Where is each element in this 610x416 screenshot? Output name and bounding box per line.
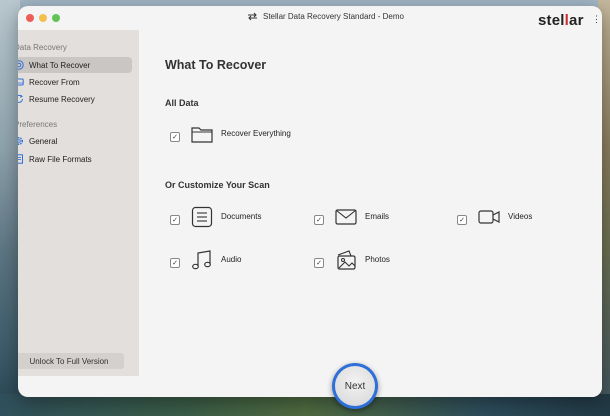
file-list-icon xyxy=(18,154,23,164)
window-controls xyxy=(26,14,60,22)
sidebar-item-raw-file-formats[interactable]: Raw File Formats xyxy=(18,151,132,167)
sidebar-item-label: General xyxy=(29,136,58,146)
sidebar-item-recover-from[interactable]: Recover From xyxy=(18,74,132,90)
sidebar-item-what-to-recover[interactable]: What To Recover xyxy=(18,57,132,73)
target-icon xyxy=(18,60,24,70)
folder-icon xyxy=(191,127,213,143)
emails-checkbox[interactable]: ✓ xyxy=(314,215,324,225)
sidebar-item-label: Resume Recovery xyxy=(29,94,95,104)
recover-everything-label: Recover Everything xyxy=(221,129,291,138)
sidebar-item-label: Recover From xyxy=(29,77,80,87)
documents-label: Documents xyxy=(221,212,262,221)
option-audio[interactable]: ✓ Audio xyxy=(170,250,241,270)
audio-checkbox[interactable]: ✓ xyxy=(170,258,180,268)
window-title: Stellar Data Recovery Standard - Demo xyxy=(247,12,404,21)
sidebar: Data Recovery What To Recover Recover Fr… xyxy=(18,30,139,376)
sidebar-item-label: Raw File Formats xyxy=(29,154,92,164)
document-icon xyxy=(191,206,213,228)
unlock-full-version-button[interactable]: Unlock To Full Version xyxy=(18,353,124,369)
recovery-arrows-icon xyxy=(248,12,257,21)
sidebar-item-label: What To Recover xyxy=(29,60,91,70)
option-recover-everything[interactable]: ✓ Recover Everything xyxy=(170,127,291,143)
title-bar: Stellar Data Recovery Standard - Demo st… xyxy=(18,6,602,30)
customize-scan-heading: Or Customize Your Scan xyxy=(165,180,270,190)
more-options-icon[interactable]: ⋮ xyxy=(592,15,601,24)
option-videos[interactable]: ✓ Videos xyxy=(457,210,532,225)
zoom-window-button[interactable] xyxy=(52,14,60,22)
desktop-background-bottom xyxy=(0,394,610,416)
photos-icon xyxy=(337,250,356,270)
sidebar-item-resume-recovery[interactable]: Resume Recovery xyxy=(18,91,132,107)
videos-checkbox[interactable]: ✓ xyxy=(457,215,467,225)
photos-label: Photos xyxy=(365,255,390,264)
refresh-icon xyxy=(18,94,23,103)
window-title-text: Stellar Data Recovery Standard - Demo xyxy=(263,12,404,21)
minimize-window-button[interactable] xyxy=(39,14,47,22)
sidebar-section-data-recovery: Data Recovery xyxy=(18,43,67,52)
stellar-logo: stellar xyxy=(538,12,584,29)
option-emails[interactable]: ✓ Emails xyxy=(314,209,389,225)
documents-checkbox[interactable]: ✓ xyxy=(170,215,180,225)
video-camera-icon xyxy=(478,210,500,224)
next-button[interactable]: Next xyxy=(335,366,375,406)
emails-label: Emails xyxy=(365,212,390,221)
audio-label: Audio xyxy=(221,255,242,264)
videos-label: Videos xyxy=(508,212,533,221)
option-photos[interactable]: ✓ Photos xyxy=(314,250,390,270)
option-documents[interactable]: ✓ Documents xyxy=(170,206,261,228)
page-title: What To Recover xyxy=(165,58,267,72)
app-window: Stellar Data Recovery Standard - Demo st… xyxy=(18,6,602,397)
close-window-button[interactable] xyxy=(26,14,34,22)
music-note-icon xyxy=(192,250,211,270)
main-panel: What To Recover All Data ✓ Recover Every… xyxy=(139,30,602,397)
recover-everything-checkbox[interactable]: ✓ xyxy=(170,132,180,142)
sidebar-section-preferences: Preferences xyxy=(18,120,58,129)
sidebar-item-general[interactable]: General xyxy=(18,133,132,149)
envelope-icon xyxy=(335,209,357,225)
photos-checkbox[interactable]: ✓ xyxy=(314,258,324,268)
desktop-background-left xyxy=(0,0,20,416)
drive-icon xyxy=(18,78,24,86)
all-data-heading: All Data xyxy=(165,98,199,108)
gear-icon xyxy=(18,137,23,145)
